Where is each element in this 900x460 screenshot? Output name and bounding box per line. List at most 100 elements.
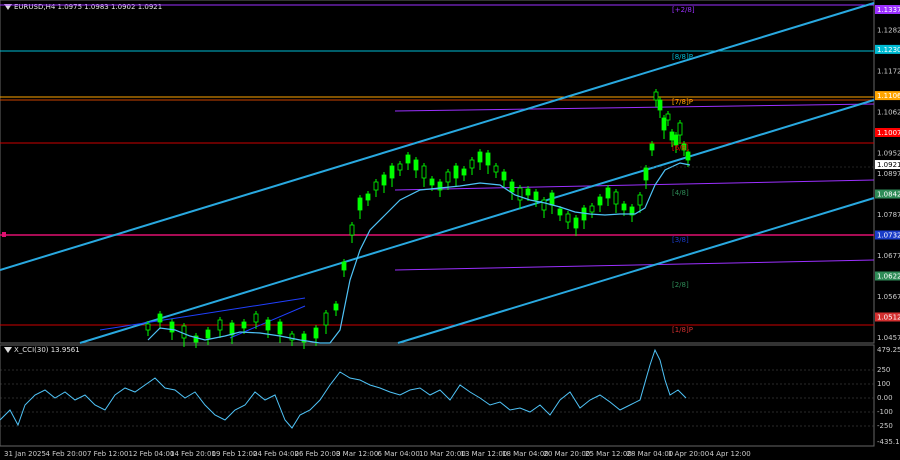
regression-channel[interactable] bbox=[0, 2, 875, 344]
time-tick-label: 12 Feb 04:00 bbox=[129, 450, 175, 458]
candle-body bbox=[565, 213, 571, 223]
price-tick-label: 1.0567 bbox=[877, 293, 900, 301]
price-tick-label: 1.1337 bbox=[877, 6, 900, 14]
candle-body bbox=[157, 313, 163, 323]
time-tick-label: 25 Mar 12:00 bbox=[585, 450, 632, 458]
svg-text:[8/8]P: [8/8]P bbox=[672, 53, 693, 61]
candle-body bbox=[397, 163, 403, 171]
candle-body bbox=[421, 165, 427, 179]
candle-body bbox=[509, 181, 515, 193]
svg-text:[7/8]P: [7/8]P bbox=[672, 98, 693, 106]
candle-body bbox=[501, 171, 507, 181]
candle-body bbox=[573, 217, 579, 229]
price-tick-label: 1.1230 bbox=[877, 46, 900, 54]
candle-body bbox=[613, 191, 619, 205]
candle-body bbox=[525, 188, 531, 196]
cci-line bbox=[0, 348, 687, 429]
candle-body bbox=[597, 196, 603, 206]
candle-body bbox=[405, 154, 411, 164]
price-tick-label: 1.1172 bbox=[877, 68, 900, 76]
time-tick-label: 28 Mar 04:00 bbox=[627, 450, 674, 458]
candle-body bbox=[661, 117, 667, 131]
svg-text:[4/8]: [4/8] bbox=[672, 189, 689, 197]
time-tick-label: 6 Mar 04:00 bbox=[378, 450, 420, 458]
candle-body bbox=[413, 159, 419, 171]
price-tick-label: 1.0897 bbox=[877, 170, 900, 178]
candle-body bbox=[477, 151, 483, 163]
time-tick-label: 14 Feb 20:00 bbox=[170, 450, 216, 458]
time-tick-label: 26 Feb 20:00 bbox=[295, 450, 341, 458]
time-tick-label: 13 Mar 12:00 bbox=[461, 450, 508, 458]
candle-body bbox=[469, 159, 475, 169]
candle-body bbox=[145, 323, 151, 331]
cci-panel bbox=[0, 344, 875, 447]
time-tick-label: 7 Feb 12:00 bbox=[87, 450, 128, 458]
candle-body bbox=[265, 319, 271, 331]
candle-body bbox=[677, 122, 683, 136]
candle-body bbox=[323, 312, 329, 326]
candle-body bbox=[437, 181, 443, 191]
candle-body bbox=[357, 197, 363, 211]
candle-body bbox=[217, 319, 223, 331]
candle-body bbox=[389, 165, 395, 179]
svg-text:[1/8]P: [1/8]P bbox=[672, 326, 693, 334]
price-tick-label: 1.1106 bbox=[877, 92, 900, 100]
candle-body bbox=[557, 208, 563, 216]
candle-body bbox=[365, 193, 371, 201]
price-tick-label: 1.0921 bbox=[877, 161, 900, 169]
candle-body bbox=[445, 171, 451, 183]
svg-text:[3/8]: [3/8] bbox=[672, 236, 689, 244]
price-tick-label: 1.1062 bbox=[877, 109, 900, 117]
time-tick-label: 4 Feb 20:00 bbox=[46, 450, 87, 458]
cci-tick-label: 0.00 bbox=[877, 394, 893, 402]
time-tick-label: 19 Feb 12:00 bbox=[212, 450, 258, 458]
candle-body bbox=[581, 207, 587, 221]
time-tick-label: 4 Apr 12:00 bbox=[710, 450, 751, 458]
candle-body bbox=[429, 178, 435, 186]
candle-body bbox=[643, 167, 649, 181]
purple-trend-lines bbox=[394, 103, 875, 271]
cci-axis: 479.2565 250 100 0.00 -100 -250 -435.1235 bbox=[877, 346, 900, 446]
price-tick-label: 1.0512 bbox=[877, 314, 900, 322]
candle-body bbox=[277, 321, 283, 335]
price-tick-label: 1.0622 bbox=[877, 273, 900, 281]
blue-trend-lines bbox=[99, 297, 306, 339]
price-tick-label: 1.1007 bbox=[877, 129, 900, 137]
candle-body bbox=[621, 203, 627, 211]
candle-body bbox=[517, 187, 523, 201]
candle-body bbox=[349, 224, 355, 236]
candle-body bbox=[637, 194, 643, 206]
cci-tick-label: 250 bbox=[877, 366, 890, 374]
candle-body bbox=[605, 187, 611, 199]
time-tick-label: 3 Mar 12:00 bbox=[336, 450, 378, 458]
price-tick-label: 1.0457 bbox=[877, 334, 900, 342]
candle-body bbox=[181, 325, 187, 339]
cci-tick-label: 100 bbox=[877, 380, 890, 388]
candle-body bbox=[341, 261, 347, 271]
svg-text:[2/8]: [2/8] bbox=[672, 281, 689, 289]
candle-body bbox=[461, 168, 467, 176]
murrey-levels bbox=[0, 4, 874, 326]
time-tick-label: 24 Feb 04:00 bbox=[253, 450, 299, 458]
cci-levels bbox=[0, 369, 874, 427]
time-tick-label: 20 Mar 20:00 bbox=[544, 450, 591, 458]
cci-tick-label: -250 bbox=[877, 422, 893, 430]
price-tick-label: 1.0732 bbox=[877, 232, 900, 240]
candle-body bbox=[169, 321, 175, 333]
time-tick-label: 10 Mar 20:00 bbox=[419, 450, 466, 458]
price-tick-label: 1.0677 bbox=[877, 252, 900, 260]
price-tick-label: 1.0787 bbox=[877, 211, 900, 219]
candle-body bbox=[381, 174, 387, 186]
level-marker bbox=[2, 232, 6, 237]
candle-body bbox=[649, 143, 655, 151]
candle-body bbox=[589, 205, 595, 213]
candle-body bbox=[333, 303, 339, 311]
level-labels: [+2/8] [8/8]P [7/8]P [6/8] [4/8] [3/8] [… bbox=[672, 6, 695, 334]
cci-tick-label: 479.2565 bbox=[877, 346, 900, 354]
price-tick-label: 1.1282 bbox=[877, 27, 900, 35]
price-tick-label: 1.0952 bbox=[877, 150, 900, 158]
price-axis: 1.1337 1.1282 1.1230 1.1172 1.1106 1.1062 1.10… bbox=[875, 5, 900, 342]
price-chart[interactable]: [+2/8] [8/8]P [7/8]P [6/8] [4/8] [3/8] [… bbox=[0, 0, 900, 460]
candle-body bbox=[373, 181, 379, 191]
candle-body bbox=[453, 165, 459, 179]
